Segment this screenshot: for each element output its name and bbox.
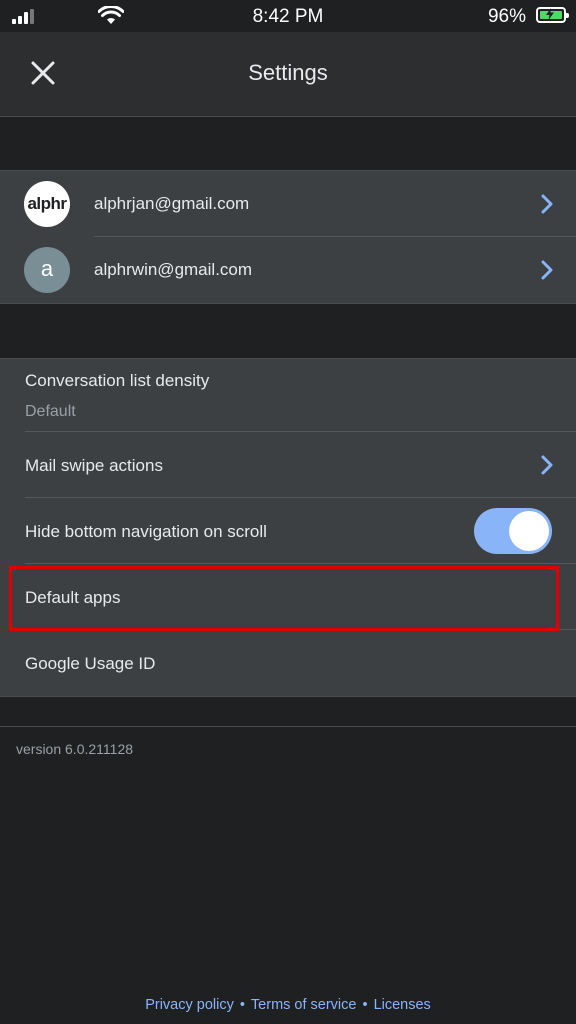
avatar: a [24,247,70,293]
conversation-density-label: Conversation list density [25,371,210,390]
page-title: Settings [248,60,328,85]
google-usage-id-label: Google Usage ID [25,654,156,673]
default-apps-row[interactable]: Default apps [0,564,576,630]
licenses-link[interactable]: Licenses [374,997,431,1013]
avatar: alphr [24,181,70,227]
chevron-right-icon [541,194,553,214]
footer-separator: • [362,997,368,1013]
app-bar-divider [0,116,576,117]
toggle-knob [509,511,549,551]
account-email: alphrwin@gmail.com [94,260,253,279]
mail-swipe-actions-label: Mail swipe actions [25,456,163,475]
google-usage-id-row[interactable]: Google Usage ID [0,630,576,696]
app-bar: Settings [0,32,576,116]
conversation-density-value: Default [25,403,76,420]
chevron-right-icon [541,455,553,475]
default-apps-label: Default apps [25,588,121,607]
hide-bottom-nav-row[interactable]: Hide bottom navigation on scroll [0,498,576,564]
conversation-density-row[interactable]: Conversation list density Default [0,359,576,432]
hide-bottom-nav-label: Hide bottom navigation on scroll [25,522,267,541]
charging-bolt-icon [546,8,554,20]
footer-separator: • [239,997,245,1013]
version-text: version 6.0.211128 [16,741,134,757]
mail-swipe-actions-row[interactable]: Mail swipe actions [0,432,576,498]
footer-links: Privacy policy • Terms of service • Licenses [0,997,576,1013]
account-row-alphrjan[interactable]: alphr alphrjan@gmail.com [0,171,576,237]
settings-list: Conversation list density Default Mail s… [0,358,576,697]
battery-icon [536,7,569,23]
status-bar: 8:42 PM 96% [0,0,576,32]
privacy-policy-link[interactable]: Privacy policy [145,997,234,1013]
section-divider [0,726,576,727]
terms-of-service-link[interactable]: Terms of service [251,997,357,1013]
accounts-list: alphr alphrjan@gmail.com a alphrwin@gmai… [0,170,576,304]
account-email: alphrjan@gmail.com [94,194,250,213]
hide-bottom-nav-toggle[interactable] [474,508,552,554]
account-row-alphrwin[interactable]: a alphrwin@gmail.com [0,237,576,303]
chevron-right-icon [541,260,553,280]
battery-percent: 96% [487,6,526,27]
